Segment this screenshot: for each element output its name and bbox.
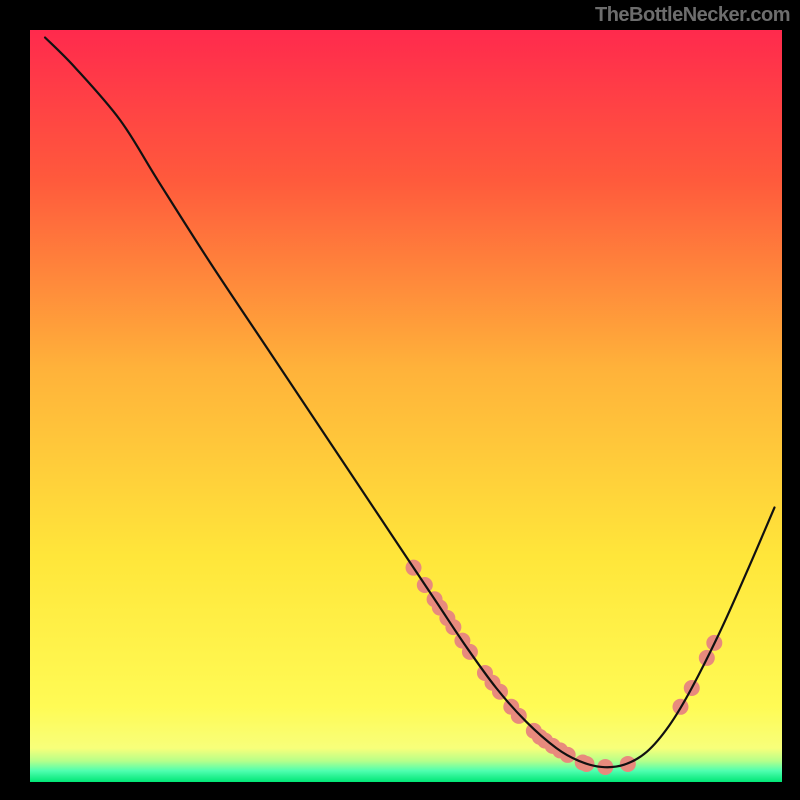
- chart-container: TheBottleNecker.com: [0, 0, 800, 800]
- chart-svg: [0, 0, 800, 800]
- watermark-text: TheBottleNecker.com: [595, 4, 790, 27]
- plot-background: [30, 30, 782, 782]
